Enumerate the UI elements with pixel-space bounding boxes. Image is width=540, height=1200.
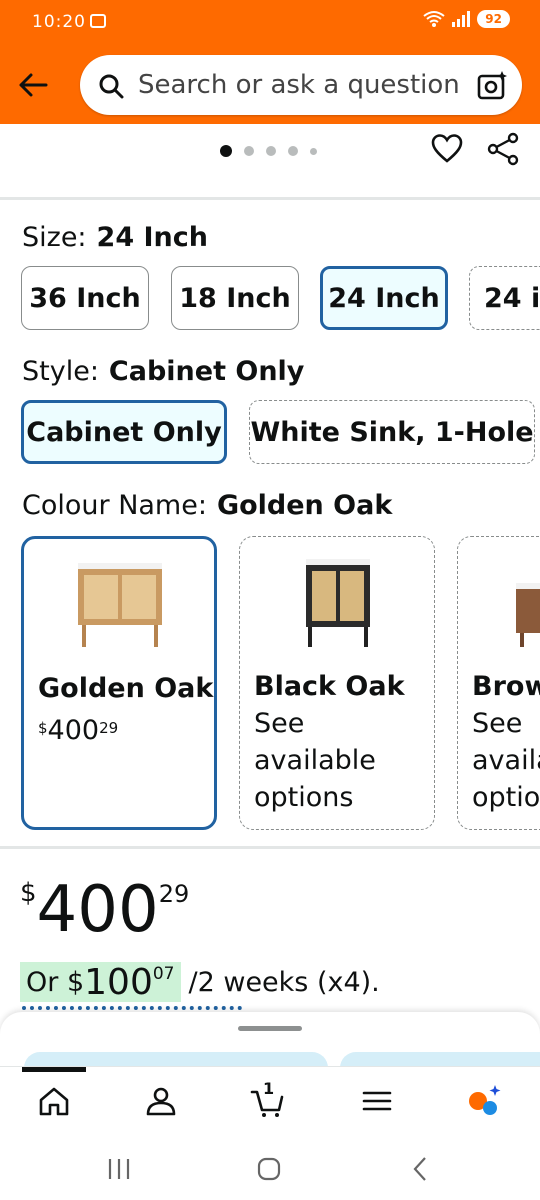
bottom-nav: 1: [0, 1066, 540, 1134]
size-option-18-inch[interactable]: 18 Inch: [171, 266, 299, 330]
colour-label: Colour Name:: [22, 490, 207, 521]
back-button-icon[interactable]: [406, 1154, 436, 1184]
size-label-row: Size: 24 Inch: [22, 222, 208, 253]
colour-card-name: Golden Oak: [38, 673, 214, 704]
share-icon[interactable]: [486, 132, 520, 166]
account-icon[interactable]: [143, 1083, 179, 1119]
menu-icon[interactable]: [359, 1083, 395, 1119]
installment-offer[interactable]: Or $100 07 /2 weeks (x4).: [20, 962, 380, 1003]
home-icon[interactable]: [36, 1083, 72, 1119]
camera-search-icon[interactable]: [476, 69, 508, 101]
size-option-24-inch-selected[interactable]: 24 Inch: [320, 266, 448, 330]
colour-card-availability: See availa optio: [472, 708, 540, 813]
product-image-golden-oak: [78, 563, 162, 647]
size-selected-value: 24 Inch: [96, 222, 208, 253]
colour-selected-value: Golden Oak: [216, 490, 393, 521]
size-label: Size:: [22, 222, 87, 253]
screenshot-notification-icon: [90, 14, 106, 28]
wifi-icon: [423, 11, 445, 27]
battery-indicator: 92: [477, 10, 510, 28]
nav-active-indicator: [22, 1067, 86, 1072]
carousel-dot: [266, 146, 276, 156]
carousel-dots[interactable]: [220, 145, 317, 157]
search-placeholder: Search or ask a question: [138, 70, 460, 100]
size-option-36-inch[interactable]: 36 Inch: [21, 266, 149, 330]
status-icons: 92: [423, 10, 510, 28]
image-carousel-controls: [0, 124, 540, 200]
style-selected-value: Cabinet Only: [108, 356, 305, 387]
colour-card-black-oak[interactable]: Black Oak See available options: [239, 536, 435, 830]
sheet-drag-handle[interactable]: [238, 1026, 302, 1031]
installment-amount: Or $100 07: [20, 962, 181, 1003]
cart-count-badge: 1: [263, 1079, 275, 1098]
search-input[interactable]: Search or ask a question: [80, 55, 522, 115]
product-image-black-oak: [306, 559, 370, 647]
size-option-24-inch-alt[interactable]: 24 in: [469, 266, 540, 330]
carousel-dot-active: [220, 145, 232, 157]
back-arrow-icon[interactable]: [16, 68, 50, 102]
colour-card-name: Black Oak: [254, 671, 405, 702]
style-option-white-sink[interactable]: White Sink, 1-Hole: [249, 400, 535, 464]
installment-terms: /2 weeks (x4).: [188, 966, 380, 998]
system-nav-bar: [0, 1134, 540, 1200]
product-image-brown: [516, 583, 540, 647]
style-label-row: Style: Cabinet Only: [22, 356, 304, 387]
rufus-assistant-icon[interactable]: [466, 1083, 502, 1119]
recent-apps-icon[interactable]: [104, 1154, 134, 1184]
top-bar: 10:20 92 Search or ask a question: [0, 0, 540, 124]
colour-card-golden-oak[interactable]: Golden Oak $40029: [21, 536, 217, 830]
colour-card-name: Brow: [472, 671, 540, 702]
colour-card-price: $40029: [38, 715, 119, 746]
home-button-icon[interactable]: [254, 1154, 284, 1184]
carousel-dot: [288, 146, 298, 156]
colour-card-brown[interactable]: Brow See availa optio: [457, 536, 540, 830]
section-divider: [0, 846, 540, 849]
heart-icon[interactable]: [430, 132, 464, 166]
colour-card-availability: See available options: [254, 708, 376, 813]
carousel-dot: [244, 146, 254, 156]
signal-icon: [452, 11, 471, 27]
product-price: $40029: [20, 873, 190, 947]
search-icon: [99, 74, 124, 99]
bottom-sheet[interactable]: [0, 1012, 540, 1082]
carousel-dot: [310, 147, 317, 155]
status-time: 10:20: [32, 12, 86, 32]
style-label: Style:: [22, 356, 99, 387]
style-option-cabinet-only[interactable]: Cabinet Only: [21, 400, 227, 464]
colour-label-row: Colour Name: Golden Oak: [22, 490, 392, 521]
